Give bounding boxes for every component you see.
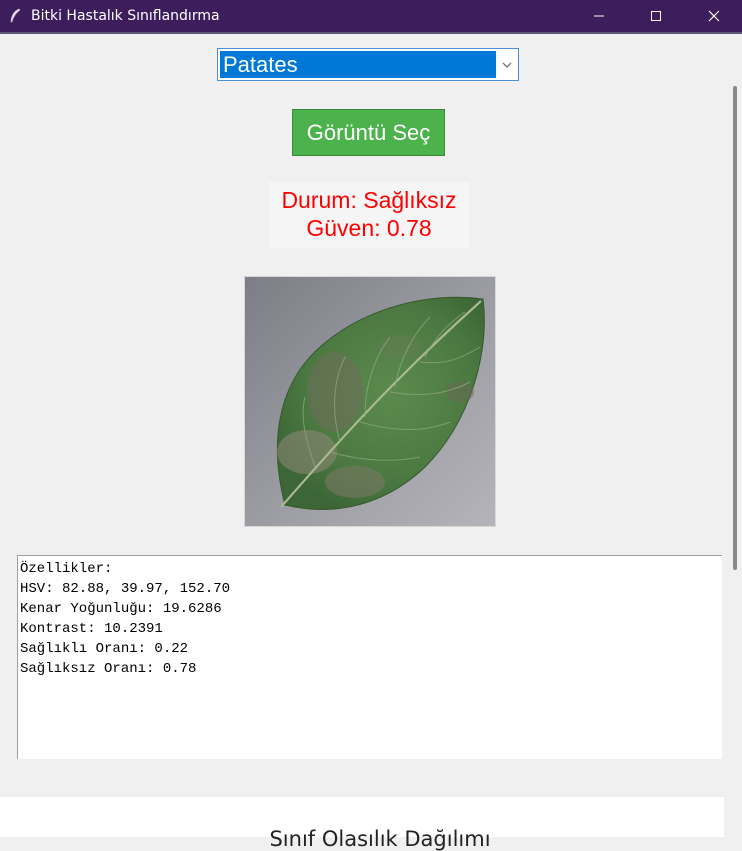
minimize-icon: [594, 15, 604, 17]
status-panel: Durum: Sağlıksız Güven: 0.78: [269, 182, 469, 248]
feature-hsv: HSV: 82.88, 39.97, 152.70: [20, 581, 231, 597]
status-label: Durum: Sağlıksız: [281, 187, 457, 213]
window-title: Bitki Hastalık Sınıflandırma: [31, 8, 220, 24]
titlebar-divider: [0, 32, 742, 34]
minimize-button[interactable]: [576, 0, 622, 32]
confidence-label: Güven: 0.78: [306, 215, 432, 241]
feature-contrast: Kontrast: 10.2391: [20, 621, 163, 637]
close-button[interactable]: [691, 0, 737, 32]
plant-type-selected[interactable]: Patates: [220, 51, 496, 78]
maximize-icon: [651, 11, 661, 21]
close-icon: [708, 10, 720, 22]
features-textbox[interactable]: Özellikler: HSV: 82.88, 39.97, 152.70 Ke…: [17, 555, 722, 759]
chart-title: Sınıf Olasılık Dağılımı: [269, 827, 491, 851]
chevron-down-icon[interactable]: [501, 59, 513, 71]
maximize-button[interactable]: [633, 0, 679, 32]
feature-healthy-ratio: Sağlıklı Oranı: 0.22: [20, 641, 189, 657]
plant-type-dropdown[interactable]: Patates: [217, 48, 519, 81]
select-image-button[interactable]: Görüntü Seç: [292, 109, 445, 156]
features-heading: Özellikler:: [20, 561, 113, 577]
title-bar: Bitki Hastalık Sınıflandırma: [0, 0, 742, 32]
leaf-image: [244, 276, 496, 527]
feature-unhealthy-ratio: Sağlıksız Oranı: 0.78: [20, 661, 197, 677]
feature-edge-density: Kenar Yoğunluğu: 19.6286: [20, 601, 222, 617]
scrollbar-thumb[interactable]: [733, 86, 737, 570]
feather-icon: [8, 8, 22, 24]
vertical-scrollbar[interactable]: [724, 34, 742, 837]
